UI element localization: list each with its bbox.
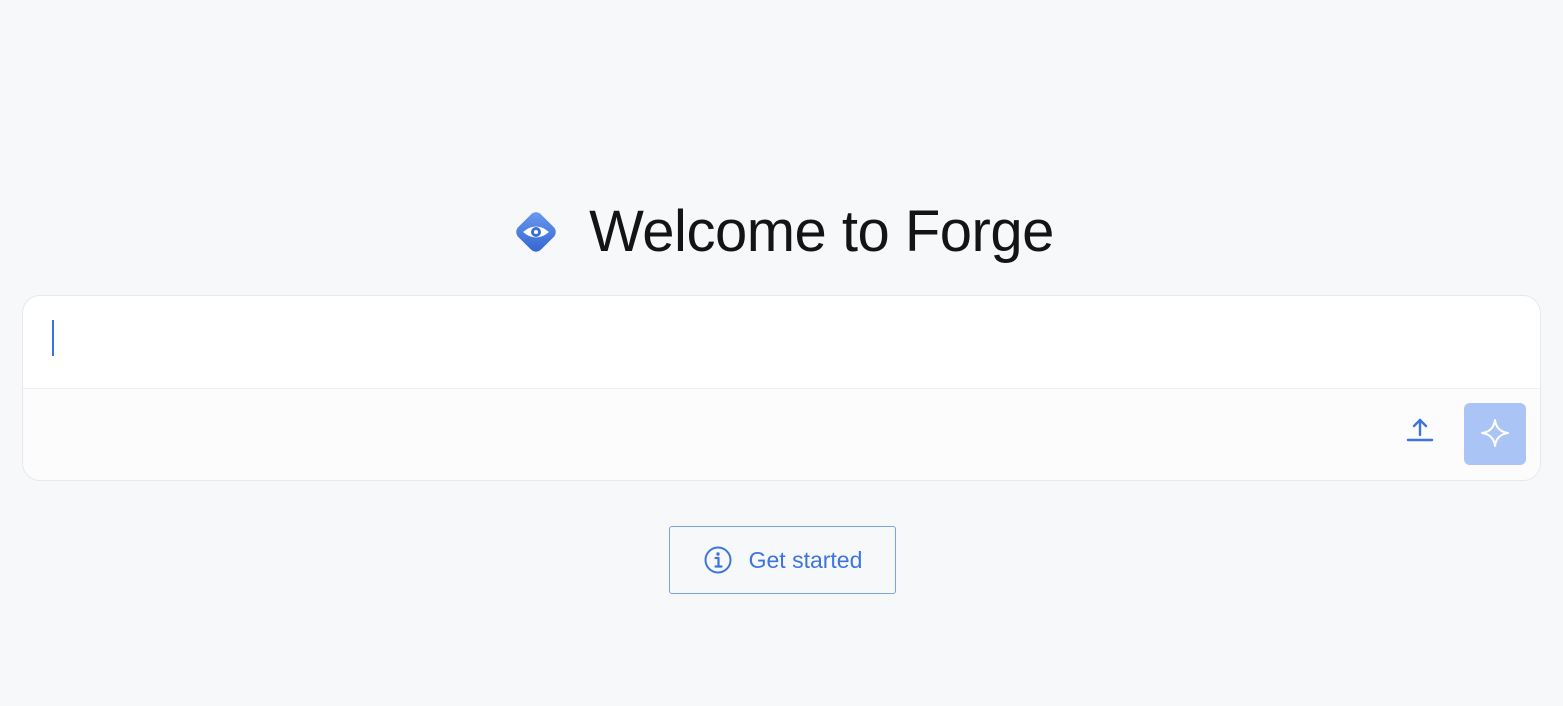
get-started-button[interactable]: Get started	[669, 526, 896, 594]
welcome-page: Welcome to Forge Get started	[0, 0, 1563, 706]
page-title: Welcome to Forge	[589, 199, 1054, 264]
eye-diamond-logo-icon	[509, 205, 563, 259]
get-started-label: Get started	[748, 546, 863, 573]
info-icon	[703, 545, 733, 575]
sparkle-icon	[1480, 418, 1510, 451]
submit-button[interactable]	[1464, 403, 1526, 465]
welcome-header: Welcome to Forge	[0, 200, 1563, 264]
upload-icon	[1405, 415, 1435, 448]
composer-toolbar	[23, 389, 1540, 480]
prompt-area[interactable]	[23, 296, 1540, 389]
upload-button[interactable]	[1400, 411, 1440, 451]
text-caret	[52, 320, 54, 356]
prompt-composer	[22, 295, 1541, 481]
prompt-input[interactable]	[49, 318, 1509, 358]
